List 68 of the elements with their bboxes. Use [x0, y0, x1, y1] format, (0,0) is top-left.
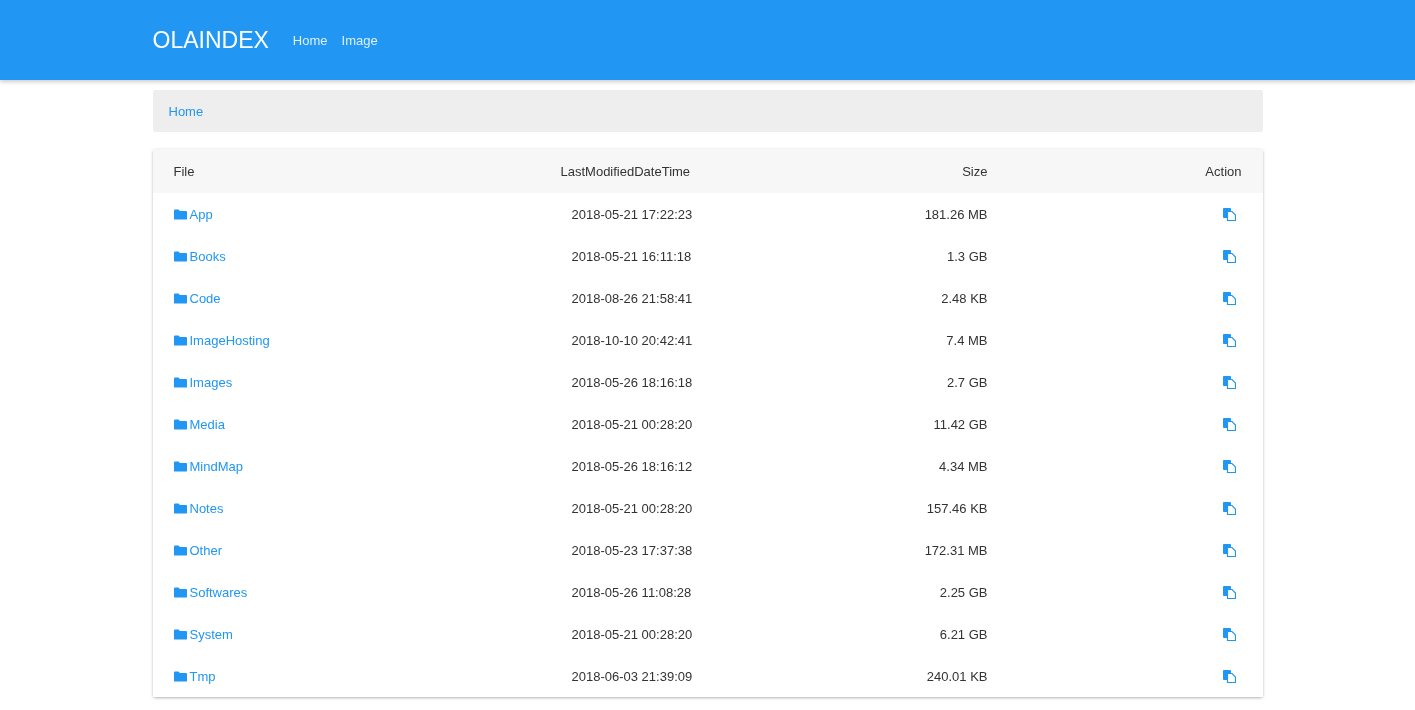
folder-link[interactable]: MindMap — [173, 458, 243, 474]
nav-link[interactable]: Image — [341, 32, 378, 48]
column-header: File — [173, 163, 196, 179]
copy-button[interactable] — [1222, 585, 1236, 599]
table-cell-text: 172.31 MB — [923, 542, 988, 558]
folder-link[interactable]: Other — [173, 542, 222, 558]
folder-link[interactable]: Books — [173, 248, 226, 264]
folder-icon — [173, 544, 187, 556]
table-cell-text: 2018-05-21 16:11:18 — [570, 248, 692, 264]
table-cell-text: 6.21 GB — [938, 626, 988, 642]
table-cell-text: 2018-10-10 20:42:41 — [570, 332, 693, 348]
copy-button[interactable] — [1222, 249, 1236, 263]
table-cell-text: 2018-05-21 00:28:20 — [570, 626, 693, 642]
folder-link[interactable]: App — [173, 206, 213, 222]
table-cell-text: 2.48 KB — [940, 290, 988, 306]
brand-link[interactable]: OLAINDEX — [152, 26, 269, 54]
table-cell-text: 2018-05-21 17:22:23 — [570, 206, 693, 222]
copy-button[interactable] — [1222, 333, 1236, 347]
folder-icon — [173, 208, 187, 220]
table-cell-text: 2018-05-26 18:16:18 — [570, 374, 693, 390]
folder-icon — [173, 628, 187, 640]
folder-link[interactable]: System — [173, 626, 233, 642]
table-cell-text: 2018-05-21 00:28:20 — [570, 416, 693, 432]
folder-icon — [173, 334, 187, 346]
table-cell-text: 2018-05-23 17:37:38 — [570, 542, 693, 558]
nav-link[interactable]: Home — [292, 32, 328, 48]
table-cell-text: 7.4 MB — [945, 332, 988, 348]
column-header: Action — [1204, 163, 1242, 179]
folder-link[interactable]: Images — [173, 374, 233, 390]
copy-button[interactable] — [1222, 417, 1236, 431]
folder-link[interactable]: Media — [173, 416, 225, 432]
folder-link[interactable]: ImageHosting — [173, 332, 270, 348]
table-cell-text: 2018-05-21 00:28:20 — [570, 500, 693, 516]
folder-icon — [173, 502, 187, 514]
copy-button[interactable] — [1222, 627, 1236, 641]
folder-link[interactable]: Code — [173, 290, 221, 306]
folder-link[interactable]: Notes — [173, 500, 224, 516]
table-cell-text: 2018-05-26 11:08:28 — [570, 584, 692, 600]
folder-icon — [173, 460, 187, 472]
copy-button[interactable] — [1222, 459, 1236, 473]
copy-button[interactable] — [1222, 543, 1236, 557]
table-cell-text: 2018-06-03 21:39:09 — [570, 668, 693, 684]
folder-link[interactable]: Tmp — [173, 668, 216, 684]
copy-button[interactable] — [1222, 501, 1236, 515]
folder-icon — [173, 670, 187, 682]
table-cell-text: 2018-05-26 18:16:12 — [570, 458, 693, 474]
folder-icon — [173, 250, 187, 262]
column-header: Size — [961, 163, 988, 179]
table-cell-text: 2.7 GB — [946, 374, 988, 390]
folder-icon — [173, 586, 187, 598]
table-cell-text: 4.34 MB — [938, 458, 988, 474]
column-header: LastModifiedDateTime — [559, 163, 691, 179]
breadcrumb-link[interactable]: Home — [168, 103, 204, 119]
table-cell-text: 181.26 MB — [923, 206, 988, 222]
table-cell-text: 2018-08-26 21:58:41 — [570, 290, 693, 306]
table-cell-text: 2.25 GB — [938, 584, 988, 600]
copy-button[interactable] — [1222, 375, 1236, 389]
copy-button[interactable] — [1222, 207, 1236, 221]
folder-link[interactable]: Softwares — [173, 584, 248, 600]
table-cell-text: 1.3 GB — [946, 248, 988, 264]
folder-icon — [173, 376, 187, 388]
table-cell-text: 240.01 KB — [925, 668, 988, 684]
table-cell-text: 11.42 GB — [932, 416, 988, 432]
folder-icon — [173, 418, 187, 430]
copy-button[interactable] — [1222, 669, 1236, 683]
folder-icon — [173, 292, 187, 304]
copy-button[interactable] — [1222, 291, 1236, 305]
table-cell-text: 157.46 KB — [925, 500, 988, 516]
